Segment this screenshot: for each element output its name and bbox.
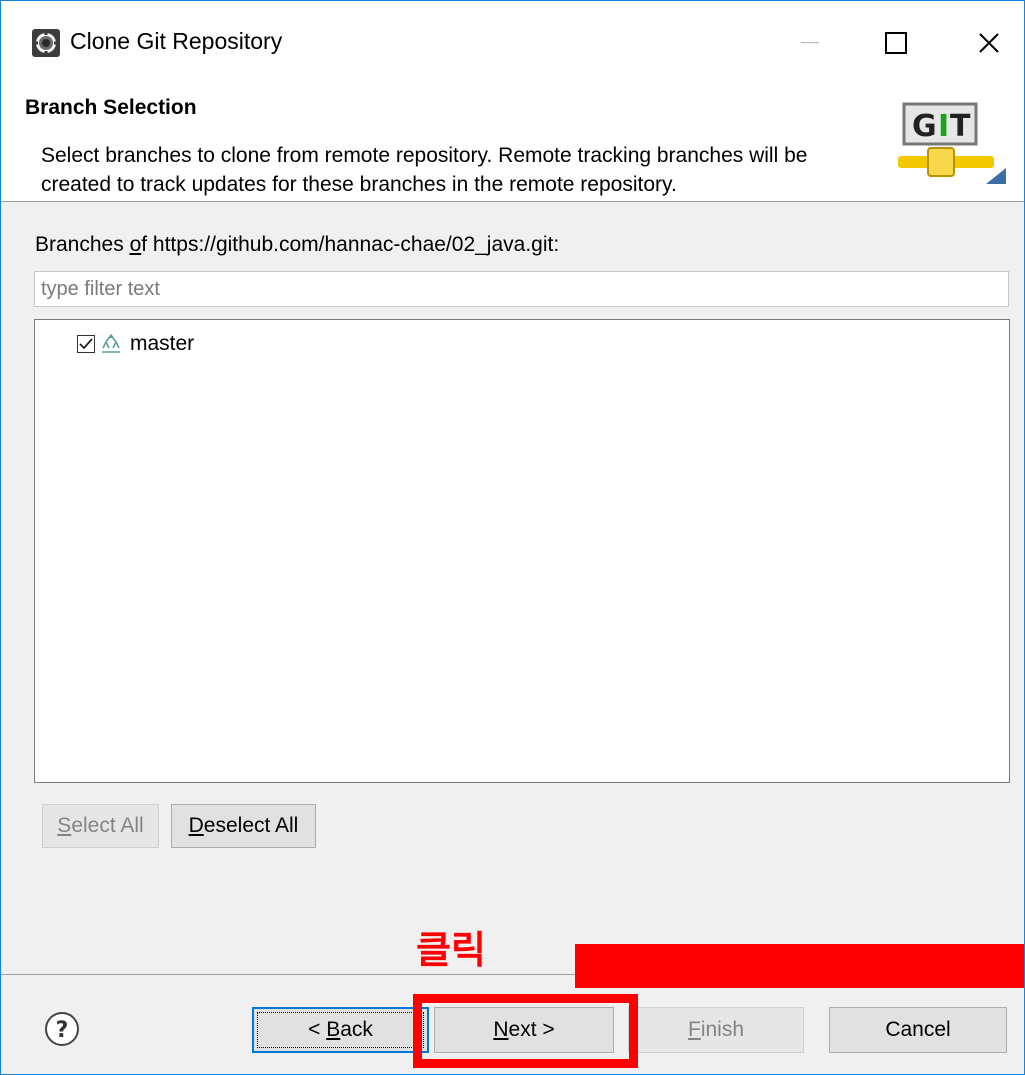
window-title: Clone Git Repository [70, 28, 283, 54]
select-all-button[interactable]: Select All [42, 804, 159, 848]
close-icon [979, 33, 999, 53]
branches-label: Branches of https://github.com/hannac-ch… [35, 233, 559, 257]
select-all-label: elect All [71, 814, 144, 837]
back-button[interactable]: < Back [252, 1007, 429, 1053]
list-item[interactable]: master [77, 330, 194, 358]
branch-name: master [130, 332, 195, 355]
minimize-icon [801, 42, 819, 44]
annotation-highlight-box [413, 994, 638, 1068]
clone-git-repository-dialog: Clone Git Repository Branch Selection Se… [0, 0, 1025, 1075]
branches-label-prefix: Branches [35, 233, 130, 256]
cancel-label: Cancel [885, 1018, 951, 1041]
branch-icon [102, 334, 120, 353]
branches-label-mnemonic: o [129, 233, 142, 256]
branch-checkbox[interactable] [77, 335, 95, 353]
select-all-mnemonic: S [57, 814, 72, 837]
wizard-header: Branch Selection Select branches to clon… [1, 86, 1024, 202]
page-description: Select branches to clone from remote rep… [41, 144, 808, 196]
close-button[interactable] [962, 15, 1016, 71]
maximize-icon [885, 32, 907, 54]
page-title: Branch Selection [25, 96, 197, 119]
finish-mnemonic: F [687, 1018, 701, 1041]
branches-label-url: f https://github.com/hannac-chae/02_java… [141, 233, 560, 256]
finish-label: inish [700, 1018, 745, 1041]
branch-list[interactable]: master [34, 319, 1010, 783]
git-logo-icon: G I T [898, 102, 1006, 184]
deselect-all-label: eselect All [203, 814, 299, 837]
annotation-click-text: 클릭 [416, 928, 486, 972]
checkmark-icon [79, 338, 93, 350]
help-icon[interactable]: ? [44, 1011, 80, 1047]
annotation-redaction-bar [575, 944, 1024, 988]
finish-button[interactable]: Finish [628, 1007, 804, 1053]
svg-text:I: I [938, 109, 949, 144]
filter-input[interactable] [34, 271, 1009, 307]
svg-text:?: ? [56, 1018, 69, 1043]
deselect-all-button[interactable]: Deselect All [171, 804, 316, 848]
minimize-button[interactable] [783, 15, 837, 71]
svg-text:G: G [912, 109, 937, 144]
cancel-button[interactable]: Cancel [829, 1007, 1007, 1053]
deselect-all-mnemonic: D [188, 814, 204, 837]
focus-rectangle [257, 1012, 424, 1048]
eclipse-app-icon [32, 29, 60, 57]
svg-text:T: T [950, 109, 971, 144]
maximize-button[interactable] [869, 15, 923, 71]
title-bar[interactable]: Clone Git Repository [1, 1, 1024, 86]
